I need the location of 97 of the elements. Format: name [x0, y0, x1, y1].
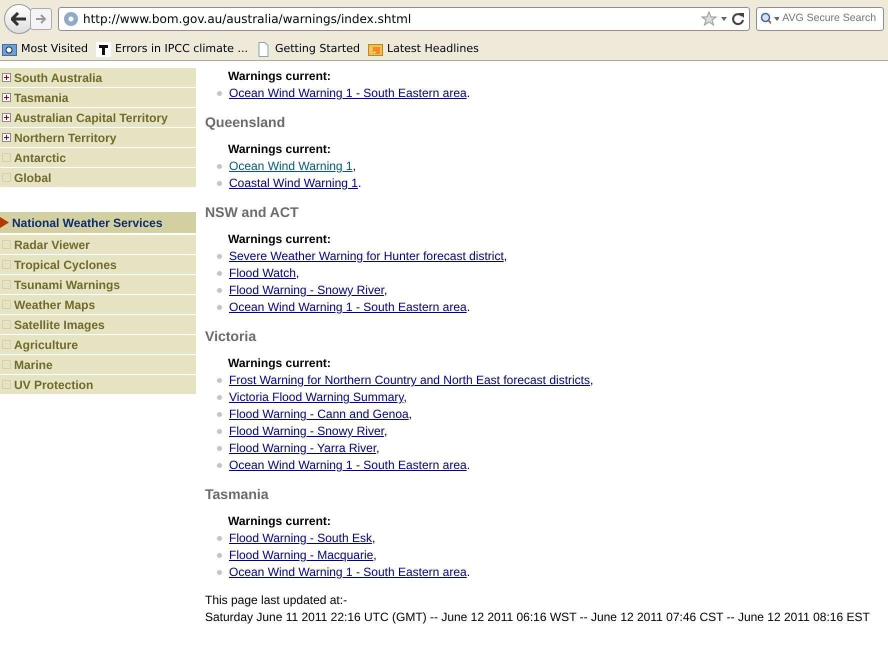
- region-heading: NSW and ACT: [205, 204, 300, 221]
- triangle-arrow-icon: [0, 217, 9, 228]
- back-arrow-icon: [11, 12, 27, 26]
- warning-link[interactable]: Victoria Flood Warning Summary: [229, 390, 404, 404]
- region-heading: Queensland: [205, 114, 286, 131]
- sidebar-item[interactable]: Radar Viewer: [0, 235, 196, 254]
- bullet-icon: [217, 305, 222, 310]
- region-heading: Tasmania: [205, 486, 270, 503]
- plus-box-icon: [2, 73, 11, 82]
- warning-link[interactable]: Ocean Wind Warning 1: [229, 159, 353, 173]
- sidebar-item[interactable]: Antarctic: [0, 148, 196, 167]
- bullet-icon: [217, 412, 222, 417]
- warning-item: Severe Weather Warning for Hunter forecast district,: [229, 248, 508, 265]
- forward-arrow-icon: [36, 14, 46, 24]
- region-heading: Victoria: [205, 328, 258, 345]
- warning-item: Ocean Wind Warning 1,: [229, 158, 356, 175]
- bullet-icon: [217, 536, 222, 541]
- warning-item: Ocean Wind Warning 1 - South Eastern area.: [229, 85, 470, 102]
- bullet-icon: [217, 254, 222, 259]
- letter-logo-icon: [96, 42, 111, 56]
- sidebar-item[interactable]: Global: [0, 168, 196, 187]
- sidebar-item[interactable]: National Weather Services: [0, 212, 196, 233]
- bullet-icon: [217, 164, 222, 169]
- warnings-label: Warnings current:: [228, 355, 332, 372]
- warning-link[interactable]: Flood Warning - Snowy River: [229, 283, 384, 297]
- document-icon: [256, 42, 271, 56]
- warning-link[interactable]: Frost Warning for Northern Country and North East forecast districts: [229, 373, 590, 387]
- warning-link[interactable]: Flood Warning - Snowy River: [229, 424, 384, 438]
- bookmark-link[interactable]: Most Visited: [2, 40, 88, 58]
- warning-item: Flood Warning - Yarra River,: [229, 440, 380, 457]
- bullet-icon: [217, 446, 222, 451]
- sidebar-item[interactable]: Tsunami Warnings: [0, 275, 196, 294]
- warning-item: Flood Warning - Snowy River,: [229, 423, 388, 440]
- globe-icon: [63, 11, 79, 27]
- search-field[interactable]: AVG Secure Search: [756, 7, 884, 31]
- star-icon[interactable]: [701, 11, 717, 27]
- warning-link[interactable]: Ocean Wind Warning 1 - South Eastern area: [229, 300, 467, 314]
- warning-link[interactable]: Flood Warning - Macquarie: [229, 548, 374, 562]
- warning-item: Flood Watch,: [229, 265, 300, 282]
- sidebar-item[interactable]: Marine: [0, 355, 196, 374]
- bullet-icon: [217, 463, 222, 468]
- bullet-icon: [217, 378, 222, 383]
- warning-link[interactable]: Ocean Wind Warning 1 - South Eastern area: [229, 86, 467, 100]
- folder-search-icon: [2, 42, 17, 56]
- reload-icon[interactable]: [731, 12, 745, 26]
- warnings-label: Warnings current:: [228, 68, 332, 85]
- warning-item: Frost Warning for Northern Country and North East forecast districts,: [229, 372, 594, 389]
- bookmark-link[interactable]: Getting Started: [256, 40, 360, 58]
- bullet-icon: [217, 288, 222, 293]
- warnings-label: Warnings current:: [228, 513, 332, 530]
- plus-box-icon: [2, 133, 11, 142]
- sidebar-item[interactable]: Weather Maps: [0, 295, 196, 314]
- warning-item: Ocean Wind Warning 1 - South Eastern area.: [229, 564, 470, 581]
- search-icon: [760, 12, 772, 26]
- bullet-icon: [217, 570, 222, 575]
- bookmark-link[interactable]: Errors in IPCC climate ...: [96, 40, 248, 58]
- warning-item: Flood Warning - Cann and Genoa,: [229, 406, 412, 423]
- plus-box-icon: [2, 113, 11, 122]
- warning-item: Coastal Wind Warning 1.: [229, 175, 362, 192]
- dropdown-caret-icon: [774, 17, 780, 21]
- bookmark-link[interactable]: Latest Headlines: [368, 40, 479, 58]
- updated-timestamp: Saturday June 11 2011 22:16 UTC (GMT) -- June 12 2011 06:16 WST -- June 12 2011 07:46 CST -- June 12 2011 08:16 EST: [205, 609, 870, 626]
- sidebar-item[interactable]: Australian Capital Territory: [0, 108, 196, 127]
- plus-box-icon: [2, 93, 11, 102]
- sidebar-item[interactable]: South Australia: [0, 68, 196, 87]
- updated-label: This page last updated at:-: [205, 592, 348, 609]
- warning-item: Flood Warning - Snowy River,: [229, 282, 388, 299]
- warning-item: Flood Warning - South Esk,: [229, 530, 376, 547]
- dropdown-caret-icon[interactable]: [721, 17, 727, 21]
- sidebar-item[interactable]: Satellite Images: [0, 315, 196, 334]
- bullet-icon: [217, 271, 222, 276]
- warnings-label: Warnings current:: [228, 231, 332, 248]
- address-bar[interactable]: http://www.bom.gov.au/australia/warnings/index.shtml: [58, 7, 750, 31]
- sidebar-item[interactable]: Tasmania: [0, 88, 196, 107]
- sidebar-item[interactable]: Agriculture: [0, 335, 196, 354]
- warning-link[interactable]: Ocean Wind Warning 1 - South Eastern area: [229, 565, 467, 579]
- warning-link[interactable]: Flood Watch: [229, 266, 296, 280]
- bullet-icon: [217, 91, 222, 96]
- warning-link[interactable]: Coastal Wind Warning 1: [229, 176, 358, 190]
- warning-link[interactable]: Ocean Wind Warning 1 - South Eastern area: [229, 458, 467, 472]
- warning-link[interactable]: Flood Warning - Cann and Genoa: [229, 407, 409, 421]
- sidebar-item[interactable]: Tropical Cyclones: [0, 255, 196, 274]
- warning-item: Ocean Wind Warning 1 - South Eastern area.: [229, 299, 470, 316]
- warning-item: Victoria Flood Warning Summary,: [229, 389, 407, 406]
- warnings-label: Warnings current:: [228, 141, 332, 158]
- warning-link[interactable]: Severe Weather Warning for Hunter forecast district: [229, 249, 504, 263]
- warning-item: Flood Warning - Macquarie,: [229, 547, 377, 564]
- warning-link[interactable]: Flood Warning - Yarra River: [229, 441, 376, 455]
- bullet-icon: [217, 395, 222, 400]
- warning-item: Ocean Wind Warning 1 - South Eastern area.: [229, 457, 470, 474]
- sidebar-item[interactable]: Northern Territory: [0, 128, 196, 147]
- rss-folder-icon: [368, 42, 383, 56]
- sidebar-item[interactable]: UV Protection: [0, 375, 196, 394]
- bullet-icon: [217, 429, 222, 434]
- bullet-icon: [217, 181, 222, 186]
- warning-link[interactable]: Flood Warning - South Esk: [229, 531, 372, 545]
- bullet-icon: [217, 553, 222, 558]
